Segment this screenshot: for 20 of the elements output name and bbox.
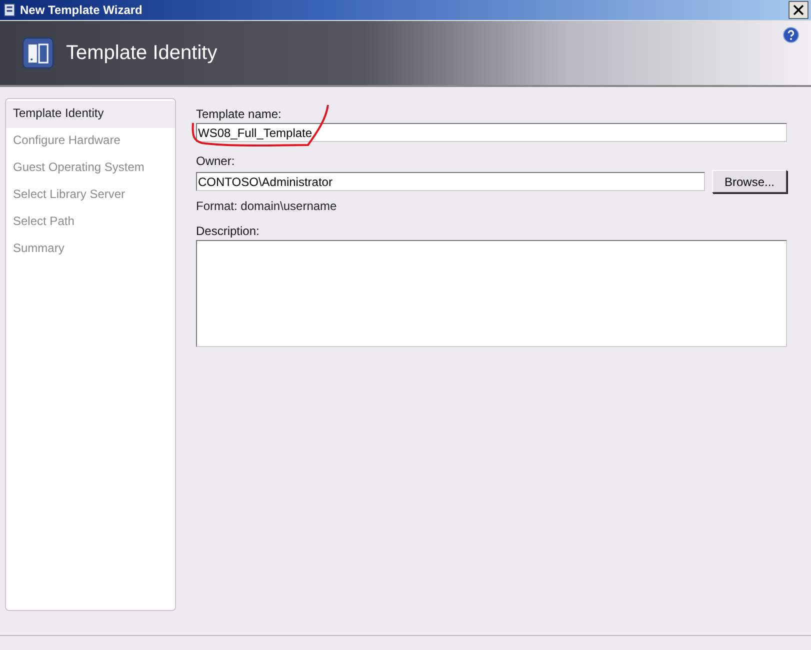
- window-title: New Template Wizard: [20, 3, 144, 17]
- field-label: Template name:: [196, 107, 282, 123]
- field-label: Owner:: [196, 154, 236, 170]
- server-icon: [22, 37, 54, 69]
- owner-field[interactable]: CONTOSO\Administrator: [196, 172, 705, 191]
- help-icon[interactable]: [783, 27, 799, 43]
- field-label: Description:: [196, 224, 260, 240]
- template-name-field[interactable]: WS08_Full_Template: [196, 123, 787, 142]
- wizard-step[interactable]: Summary: [6, 236, 175, 263]
- description-field[interactable]: [196, 240, 787, 347]
- wizard-step[interactable]: Configure Hardware: [6, 128, 175, 155]
- app-icon: [4, 3, 15, 17]
- wizard-step[interactable]: Template Identity: [6, 101, 175, 128]
- wizard-step[interactable]: Guest Operating System: [6, 155, 175, 182]
- format-hint: Format: domain\username: [196, 199, 338, 213]
- page-heading: Template Identity: [66, 42, 218, 64]
- wizard-step[interactable]: Select Path: [6, 209, 175, 236]
- wizard-step[interactable]: Select Library Server: [6, 182, 175, 209]
- browse-button[interactable]: Browse...: [712, 170, 787, 193]
- close-button[interactable]: [788, 1, 809, 19]
